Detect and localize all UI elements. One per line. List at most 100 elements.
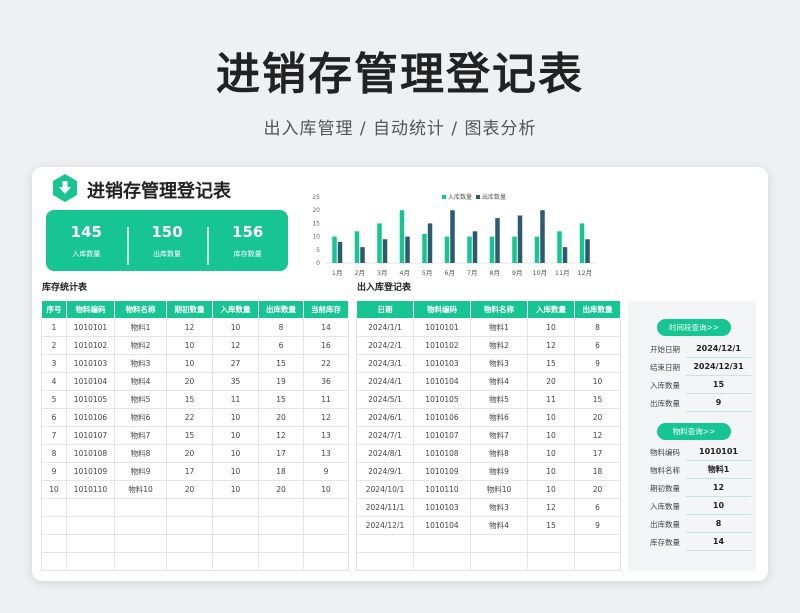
register-cell[interactable]: 物料2 [470, 336, 528, 355]
inventory-cell[interactable]: 20 [166, 372, 213, 391]
register-cell[interactable]: 10 [527, 444, 575, 463]
register-cell[interactable]: 2024/11/1 [356, 498, 414, 517]
inventory-cell[interactable]: 22 [303, 354, 349, 373]
register-cell[interactable]: 物料10 [470, 480, 528, 499]
register-cell[interactable] [413, 534, 471, 553]
register-cell[interactable]: 1010107 [413, 426, 471, 445]
inventory-cell[interactable]: 11 [303, 390, 349, 409]
inventory-cell[interactable] [114, 498, 167, 517]
register-cell[interactable]: 1010109 [413, 462, 471, 481]
inventory-cell[interactable]: 10 [166, 336, 213, 355]
inventory-cell[interactable]: 14 [303, 318, 349, 337]
register-cell[interactable]: 1010110 [413, 480, 471, 499]
material-query-button[interactable]: 物料查询>> [657, 423, 731, 440]
inventory-cell[interactable]: 5 [41, 390, 67, 409]
inventory-cell[interactable] [166, 534, 213, 553]
register-cell[interactable] [574, 552, 621, 571]
inventory-cell[interactable] [41, 516, 67, 535]
inventory-cell[interactable]: 10 [303, 480, 349, 499]
register-cell[interactable] [527, 534, 575, 553]
inventory-cell[interactable]: 17 [258, 444, 304, 463]
register-cell[interactable]: 10 [527, 408, 575, 427]
inventory-cell[interactable] [258, 498, 304, 517]
register-cell[interactable]: 1010106 [413, 408, 471, 427]
inventory-cell[interactable]: 11 [212, 390, 259, 409]
register-cell[interactable]: 2024/10/1 [356, 480, 414, 499]
register-cell[interactable] [527, 552, 575, 571]
inventory-cell[interactable]: 3 [41, 354, 67, 373]
inventory-cell[interactable]: 13 [303, 426, 349, 445]
inventory-cell[interactable] [66, 516, 115, 535]
register-cell[interactable]: 20 [574, 480, 621, 499]
inventory-cell[interactable]: 7 [41, 426, 67, 445]
inventory-cell[interactable] [41, 498, 67, 517]
inventory-cell[interactable]: 13 [303, 444, 349, 463]
query-field-value[interactable]: 12 [686, 480, 751, 497]
register-cell[interactable]: 2024/1/1 [356, 318, 414, 337]
inventory-cell[interactable]: 1010105 [66, 390, 115, 409]
inventory-cell[interactable] [303, 552, 349, 571]
inventory-cell[interactable] [303, 498, 349, 517]
inventory-cell[interactable]: 1010107 [66, 426, 115, 445]
register-cell[interactable]: 8 [574, 318, 621, 337]
register-cell[interactable]: 物料5 [470, 390, 528, 409]
inventory-cell[interactable]: 17 [166, 462, 213, 481]
register-cell[interactable]: 1010105 [413, 390, 471, 409]
register-cell[interactable]: 20 [527, 372, 575, 391]
inventory-cell[interactable]: 10 [41, 480, 67, 499]
register-cell[interactable]: 2024/4/1 [356, 372, 414, 391]
inventory-cell[interactable]: 20 [258, 480, 304, 499]
inventory-cell[interactable] [166, 516, 213, 535]
inventory-cell[interactable]: 1010106 [66, 408, 115, 427]
inventory-cell[interactable]: 12 [166, 318, 213, 337]
register-cell[interactable]: 2024/3/1 [356, 354, 414, 373]
inventory-cell[interactable]: 物料6 [114, 408, 167, 427]
register-cell[interactable]: 12 [574, 426, 621, 445]
register-cell[interactable]: 1010104 [413, 372, 471, 391]
register-cell[interactable]: 物料7 [470, 426, 528, 445]
register-cell[interactable]: 20 [574, 408, 621, 427]
register-cell[interactable]: 10 [527, 462, 575, 481]
inventory-cell[interactable]: 1010104 [66, 372, 115, 391]
inventory-cell[interactable] [114, 552, 167, 571]
register-cell[interactable]: 2024/5/1 [356, 390, 414, 409]
register-cell[interactable]: 物料3 [470, 498, 528, 517]
register-cell[interactable]: 物料4 [470, 516, 528, 535]
inventory-cell[interactable] [41, 534, 67, 553]
register-cell[interactable]: 1010101 [413, 318, 471, 337]
inventory-cell[interactable]: 物料8 [114, 444, 167, 463]
inventory-cell[interactable] [212, 516, 259, 535]
inventory-cell[interactable]: 物料4 [114, 372, 167, 391]
query-field-value[interactable]: 14 [686, 534, 751, 551]
register-cell[interactable]: 物料6 [470, 408, 528, 427]
query-field-value[interactable]: 15 [686, 377, 751, 394]
inventory-cell[interactable]: 1010103 [66, 354, 115, 373]
register-cell[interactable]: 10 [527, 318, 575, 337]
inventory-cell[interactable] [212, 498, 259, 517]
inventory-cell[interactable] [258, 552, 304, 571]
inventory-cell[interactable]: 6 [258, 336, 304, 355]
register-cell[interactable] [470, 552, 528, 571]
inventory-cell[interactable]: 1010102 [66, 336, 115, 355]
register-cell[interactable]: 9 [574, 516, 621, 535]
inventory-cell[interactable]: 19 [258, 372, 304, 391]
inventory-cell[interactable] [212, 534, 259, 553]
inventory-cell[interactable] [66, 498, 115, 517]
inventory-cell[interactable] [303, 534, 349, 553]
date-query-button[interactable]: 时间段查询>> [657, 319, 731, 336]
inventory-cell[interactable]: 15 [166, 426, 213, 445]
register-cell[interactable]: 10 [527, 426, 575, 445]
inventory-cell[interactable]: 9 [41, 462, 67, 481]
register-cell[interactable]: 12 [527, 498, 575, 517]
query-field-value[interactable]: 2024/12/31 [686, 359, 751, 376]
register-cell[interactable]: 11 [527, 390, 575, 409]
register-cell[interactable]: 1010108 [413, 444, 471, 463]
register-cell[interactable]: 1010102 [413, 336, 471, 355]
inventory-cell[interactable] [66, 534, 115, 553]
register-cell[interactable]: 15 [574, 390, 621, 409]
inventory-cell[interactable]: 10 [212, 426, 259, 445]
inventory-cell[interactable]: 15 [166, 390, 213, 409]
inventory-cell[interactable]: 物料9 [114, 462, 167, 481]
inventory-cell[interactable]: 10 [166, 354, 213, 373]
register-cell[interactable]: 9 [574, 354, 621, 373]
